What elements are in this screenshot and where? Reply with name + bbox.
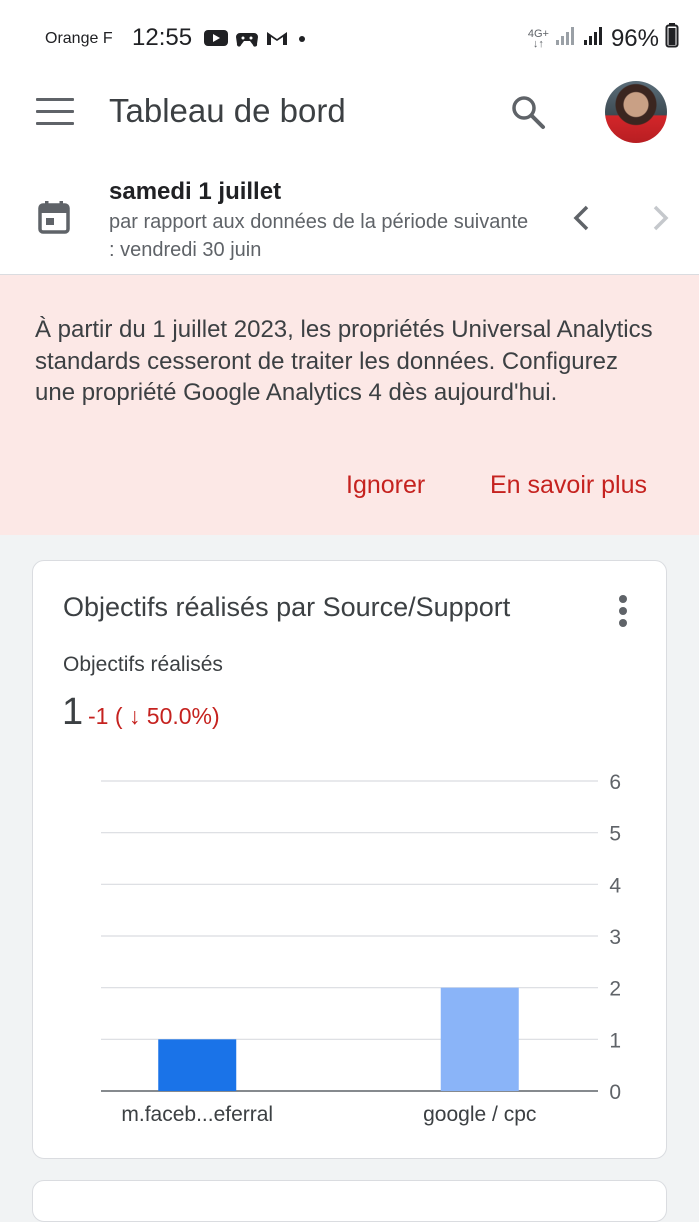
selected-date[interactable]: samedi 1 juillet	[109, 178, 281, 206]
notification-icons	[203, 28, 309, 53]
comparison-period: par rapport aux données de la période su…	[109, 211, 529, 261]
next-card	[32, 1180, 667, 1222]
app-bar: Tableau de bord	[0, 78, 699, 158]
y-tick-label: 3	[609, 926, 621, 949]
signal-icon	[555, 24, 577, 53]
y-tick-label: 5	[609, 823, 621, 846]
battery-percent: 96%	[610, 24, 659, 52]
avatar[interactable]	[605, 81, 667, 143]
x-tick-label: google / cpc	[423, 1103, 536, 1126]
deprecation-banner: À partir du 1 juillet 2023, les propriét…	[0, 275, 699, 535]
battery-icon	[665, 22, 679, 55]
banner-message: À partir du 1 juillet 2023, les propriét…	[35, 316, 653, 406]
network-type: 4G+ ↓↑	[527, 27, 549, 50]
ignore-button[interactable]: Ignorer	[346, 471, 425, 500]
y-tick-label: 6	[609, 771, 621, 794]
page-title: Tableau de bord	[109, 92, 346, 129]
gmail-icon	[265, 28, 289, 53]
chevron-right-icon	[644, 202, 676, 234]
bar	[440, 987, 519, 1091]
bar	[158, 1039, 237, 1091]
learn-more-button[interactable]: En savoir plus	[490, 471, 647, 500]
more-notifications-icon	[295, 28, 309, 53]
bar-chart: 0 1 2 3 4 5 6 m.faceb...eferral google / cpc	[101, 771, 621, 1126]
x-tick-label: m.faceb...eferral	[121, 1103, 273, 1126]
clock: 12:55	[132, 24, 193, 51]
youtube-icon	[203, 28, 229, 53]
carrier-label: Orange F	[45, 30, 113, 47]
menu-icon[interactable]	[36, 98, 74, 132]
status-bar: Orange F 12:55 4G+ ↓↑ 96%	[0, 0, 699, 78]
system-indicators: 4G+ ↓↑ 96%	[528, 22, 679, 55]
y-tick-label: 1	[609, 1029, 621, 1052]
game-controller-icon	[235, 28, 259, 53]
y-tick-label: 0	[609, 1081, 621, 1104]
signal-icon-2	[583, 24, 605, 53]
goals-card: Objectifs réalisés par Source/Support Ob…	[32, 560, 667, 1159]
y-tick-label: 2	[609, 978, 621, 1001]
y-tick-label: 4	[609, 874, 621, 897]
chevron-left-icon[interactable]	[566, 202, 598, 234]
search-icon[interactable]	[508, 92, 548, 132]
date-selector: samedi 1 juillet par rapport aux données…	[0, 158, 699, 275]
calendar-icon[interactable]	[38, 200, 70, 234]
